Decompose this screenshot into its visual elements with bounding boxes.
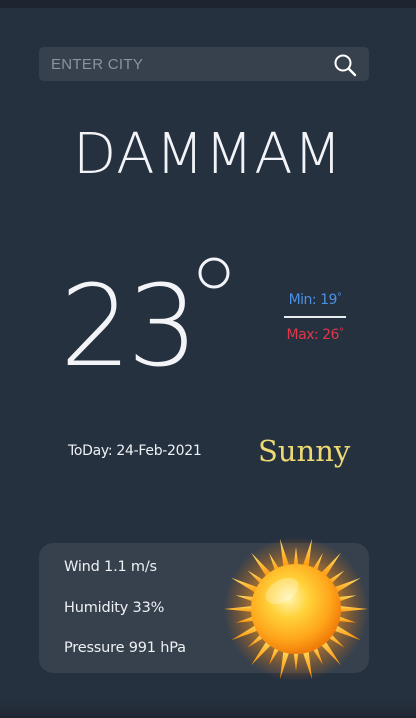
min-temperature-label: Min: 19	[288, 292, 338, 308]
min-temperature: Min: 19°	[282, 289, 348, 311]
weather-condition: Sunny	[258, 434, 351, 468]
max-degree-symbol: °	[338, 327, 344, 338]
search-button[interactable]	[333, 53, 357, 77]
wind-info: Wind 1.1 m/s	[64, 559, 157, 575]
current-temperature: 23	[60, 262, 199, 392]
humidity-info: Humidity 33%	[64, 600, 165, 616]
max-temperature-label: Max: 26	[286, 327, 340, 343]
min-max-block: Min: 19° Max: 26°	[282, 289, 348, 346]
city-name: DAMMAM	[73, 122, 343, 187]
min-max-divider	[284, 316, 346, 318]
pressure-info: Pressure 991 hPa	[64, 640, 186, 656]
top-strip	[0, 0, 416, 8]
min-degree-symbol: °	[336, 292, 342, 303]
max-temperature: Max: 26°	[282, 324, 348, 346]
date-label: ToDay: 24-Feb-2021	[68, 443, 202, 459]
search-icon	[334, 54, 357, 77]
search-input[interactable]	[39, 47, 319, 81]
weather-app: DAMMAM 23 Min: 19° Max: 26° ToDay: 24-Fe…	[0, 0, 416, 718]
search-bar	[39, 47, 369, 81]
degree-icon	[198, 257, 230, 289]
sun-icon	[224, 537, 368, 681]
